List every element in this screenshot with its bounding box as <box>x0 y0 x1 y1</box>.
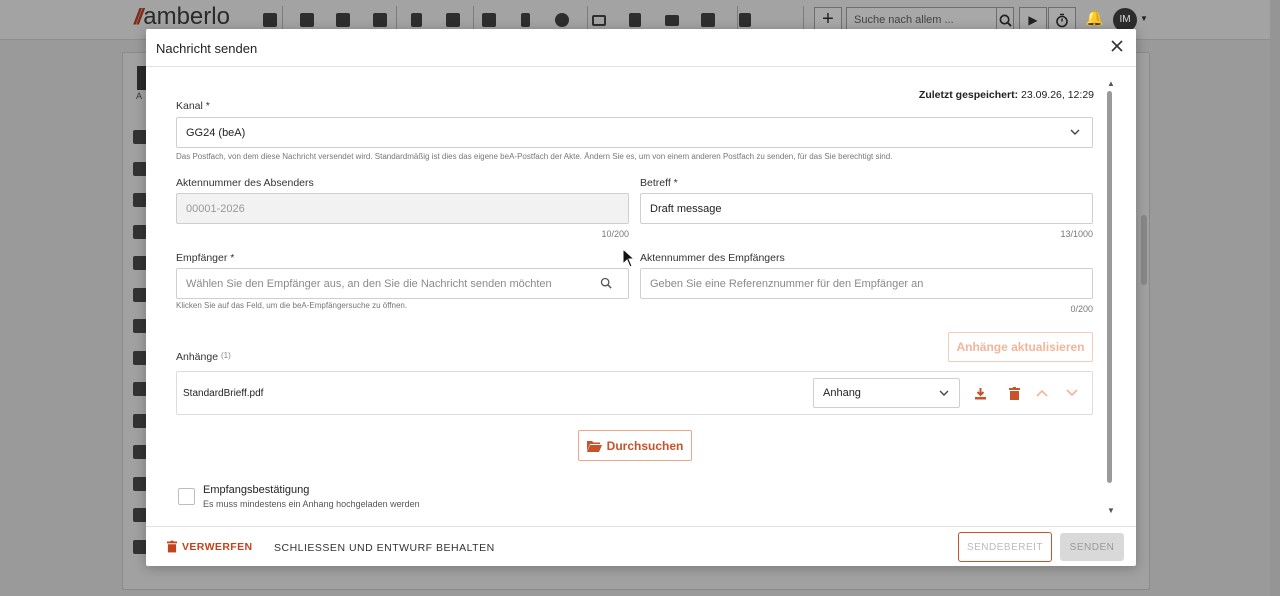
refresh-attachments-button[interactable]: Anhänge aktualisieren <box>948 332 1093 362</box>
discard-button-label: VERWERFEN <box>182 540 253 553</box>
browse-button[interactable]: Durchsuchen <box>578 430 692 461</box>
scroll-down-arrow-icon[interactable]: ▼ <box>1107 506 1115 515</box>
logo-mark-icon: // <box>134 4 143 29</box>
sidebar-folder-icon[interactable] <box>133 476 147 491</box>
sidebar-event-icon[interactable] <box>133 319 147 333</box>
attachment-row: StandardBrieff.pdf Anhang <box>176 371 1093 415</box>
last-saved-value: 23.09.26, 12:29 <box>1021 89 1094 101</box>
attachment-type-value: Anhang <box>823 387 861 399</box>
attachments-count: (1) <box>220 351 231 360</box>
recipient-search-field[interactable]: Wählen Sie den Empfänger aus, an den Sie… <box>176 268 629 299</box>
sidebar-document-icon[interactable] <box>133 130 147 144</box>
attachments-label: Anhänge (1) <box>176 351 231 363</box>
subject-label: Betreff * <box>640 177 678 189</box>
channel-hint: Das Postfach, von dem diese Nachricht ve… <box>176 152 893 161</box>
subject-counter: 13/1000 <box>1060 229 1093 239</box>
move-down-icon[interactable] <box>1064 385 1080 401</box>
sidebar-copy-icon[interactable] <box>133 224 147 239</box>
channel-label: Kanal * <box>176 100 210 112</box>
channel-select[interactable]: GG24 (beA) <box>176 117 1093 148</box>
download-icon[interactable] <box>972 385 988 401</box>
attachment-filename: StandardBrieff.pdf <box>183 388 264 399</box>
receipt-label: Empfangsbestätigung <box>203 484 310 496</box>
close-icon[interactable] <box>1108 38 1126 56</box>
chevron-down-icon <box>1070 129 1080 135</box>
subject-value: Draft message <box>650 202 722 215</box>
channel-value: GG24 (beA) <box>186 126 246 139</box>
sidebar-money-icon[interactable] <box>133 382 147 396</box>
dialog-header: Nachricht senden <box>146 29 1136 67</box>
sender-ref-label: Aktennummer des Absenders <box>176 177 314 189</box>
move-up-icon[interactable] <box>1034 385 1050 401</box>
chevron-down-icon[interactable]: ▼ <box>1140 14 1148 23</box>
sidebar-mail-icon[interactable] <box>133 508 147 522</box>
recipient-hint: Klicken Sie auf das Feld, um die beA-Emp… <box>176 301 408 310</box>
sender-ref-field: 00001-2026 <box>176 193 629 224</box>
recipient-ref-label: Aktennummer des Empfängers <box>640 252 785 264</box>
subject-input[interactable]: Draft message <box>640 193 1093 224</box>
dialog-scrollbar-thumb[interactable] <box>1107 91 1112 483</box>
sidebar-share-icon[interactable] <box>133 193 147 207</box>
recipient-ref-input[interactable]: Geben Sie eine Referenznummer für den Em… <box>640 268 1093 299</box>
amberlo-logo[interactable]: // amberlo <box>134 3 230 30</box>
attachments-label-text: Anhänge <box>176 351 219 363</box>
recipient-label: Empfänger * <box>176 252 235 264</box>
dialog-title: Nachricht senden <box>156 41 258 56</box>
folder-open-icon <box>586 440 602 452</box>
sidebar-contacts-icon[interactable] <box>133 161 147 176</box>
ready-to-send-button[interactable]: SENDEBEREIT <box>958 532 1052 562</box>
sidebar-tasks-icon[interactable] <box>133 256 147 270</box>
page-scrollbar-track[interactable] <box>1270 0 1280 596</box>
browse-button-label: Durchsuchen <box>606 438 684 453</box>
recipient-placeholder: Wählen Sie den Empfänger aus, an den Sie… <box>186 277 552 290</box>
sender-ref-value: 00001-2026 <box>186 202 245 215</box>
dialog-footer: VERWERFEN SCHLIESSEN UND ENTWURF BEHALTE… <box>146 526 1136 566</box>
notification-bell-icon[interactable]: 🔔 <box>1085 9 1104 27</box>
receipt-checkbox[interactable] <box>178 488 195 505</box>
send-message-dialog: Nachricht senden ▲ ▼ Zuletzt gespeichert… <box>146 29 1136 566</box>
scroll-up-arrow-icon[interactable]: ▲ <box>1107 79 1115 88</box>
recipient-ref-placeholder: Geben Sie eine Referenznummer für den Em… <box>650 277 924 290</box>
close-keep-draft-button[interactable]: SCHLIESSEN UND ENTWURF BEHALTEN <box>274 542 495 554</box>
logo-text: amberlo <box>143 3 230 30</box>
sidebar-hourglass-icon[interactable] <box>133 350 147 365</box>
recipient-ref-counter: 0/200 <box>1070 304 1093 314</box>
last-saved-label: Zuletzt gespeichert: <box>918 89 1019 101</box>
sidebar-invoice-icon[interactable] <box>133 445 147 459</box>
trash-icon <box>167 540 177 553</box>
last-saved-info: Zuletzt gespeichert: 23.09.26, 12:29 <box>919 89 1094 101</box>
chevron-down-icon <box>939 390 949 396</box>
attachment-type-select[interactable]: Anhang <box>813 378 960 408</box>
sender-ref-counter: 10/200 <box>601 229 629 239</box>
sidebar-calendar-icon[interactable] <box>133 287 147 302</box>
mouse-cursor-icon <box>622 248 636 268</box>
delete-icon[interactable] <box>1006 385 1022 401</box>
sidebar-settings-icon[interactable] <box>133 539 147 554</box>
sidebar-top-label: A <box>136 91 143 101</box>
send-button[interactable]: SENDEN <box>1060 533 1124 561</box>
sidebar-expense-icon[interactable] <box>133 413 147 428</box>
search-icon[interactable] <box>600 277 612 289</box>
background-scrollbar[interactable] <box>1141 215 1147 285</box>
discard-button[interactable]: VERWERFEN <box>167 540 253 553</box>
receipt-hint: Es muss mindestens ein Anhang hochgelade… <box>203 499 420 509</box>
